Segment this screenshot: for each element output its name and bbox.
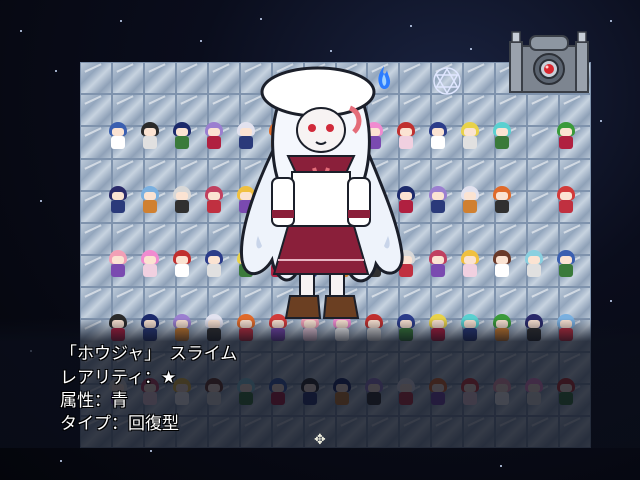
attribute-value: 青 bbox=[111, 391, 128, 411]
sprite-face bbox=[176, 256, 188, 264]
sprite-body bbox=[559, 264, 573, 277]
sprite-body bbox=[143, 200, 157, 213]
sprite-face bbox=[496, 256, 508, 264]
cross-cursor-icon[interactable]: ✥ bbox=[314, 432, 326, 448]
character-sprite[interactable] bbox=[107, 122, 129, 150]
sprite-body bbox=[463, 200, 477, 213]
type-label: タイプ： bbox=[60, 414, 128, 434]
sprite-face bbox=[560, 128, 572, 136]
character-sprite[interactable] bbox=[203, 186, 225, 214]
sprite-face bbox=[432, 128, 444, 136]
character-sprite[interactable] bbox=[171, 186, 193, 214]
character-sprite[interactable] bbox=[491, 122, 513, 150]
character-sprite[interactable] bbox=[459, 250, 481, 278]
sprite-body bbox=[175, 200, 189, 213]
character-sprite[interactable] bbox=[555, 122, 577, 150]
game-screen: 「ホウジャ」 スライム レアリティ：★ 属性：青 タイプ：回復型 ✥ bbox=[0, 0, 640, 480]
sprite-face bbox=[496, 192, 508, 200]
sprite-face bbox=[464, 128, 476, 136]
sprite-face bbox=[528, 256, 540, 264]
sprite-body bbox=[495, 200, 509, 213]
character-sprite[interactable] bbox=[427, 186, 449, 214]
sprite-body bbox=[463, 136, 477, 149]
hexagram-icon bbox=[433, 67, 461, 95]
sprite-face bbox=[144, 128, 156, 136]
sprite-face bbox=[560, 256, 572, 264]
sprite-body bbox=[463, 264, 477, 277]
character-sprite[interactable] bbox=[139, 186, 161, 214]
character-sprite[interactable] bbox=[491, 186, 513, 214]
character-sprite[interactable] bbox=[427, 250, 449, 278]
sprite-body bbox=[143, 136, 157, 149]
sprite-face bbox=[144, 192, 156, 200]
sprite-face bbox=[496, 128, 508, 136]
sprite-body bbox=[207, 136, 221, 149]
rarity-row: レアリティ：★ bbox=[60, 368, 176, 388]
character-sprite[interactable] bbox=[555, 186, 577, 214]
sprite-face bbox=[112, 128, 124, 136]
sprite-face bbox=[208, 128, 220, 136]
selected-character-portrait bbox=[239, 66, 404, 319]
sprite-face bbox=[208, 256, 220, 264]
sprite-body bbox=[207, 200, 221, 213]
sprite-face bbox=[176, 192, 188, 200]
attribute-row: 属性：青 bbox=[60, 391, 128, 411]
character-sprite[interactable] bbox=[203, 122, 225, 150]
sprite-body bbox=[175, 264, 189, 277]
character-sprite[interactable] bbox=[139, 122, 161, 150]
sprite-body bbox=[431, 264, 445, 277]
sprite-face bbox=[112, 256, 124, 264]
rarity-value: ★ bbox=[160, 368, 177, 388]
attribute-label: 属性： bbox=[60, 391, 111, 411]
character-sprite[interactable] bbox=[203, 250, 225, 278]
sprite-body bbox=[431, 200, 445, 213]
sprite-body bbox=[559, 136, 573, 149]
sprite-face bbox=[464, 256, 476, 264]
sprite-body bbox=[111, 200, 125, 213]
sprite-body bbox=[111, 264, 125, 277]
sprite-body bbox=[559, 200, 573, 213]
rarity-label: レアリティ： bbox=[60, 368, 161, 388]
character-sprite[interactable] bbox=[523, 250, 545, 278]
character-sprite[interactable] bbox=[427, 122, 449, 150]
sprite-face bbox=[208, 192, 220, 200]
character-sprite[interactable] bbox=[555, 250, 577, 278]
sprite-face bbox=[112, 192, 124, 200]
sprite-body bbox=[111, 136, 125, 149]
sprite-body bbox=[143, 264, 157, 277]
sprite-body bbox=[495, 136, 509, 149]
character-sprite[interactable] bbox=[139, 250, 161, 278]
sprite-body bbox=[495, 264, 509, 277]
character-sprite[interactable] bbox=[107, 250, 129, 278]
sprite-face bbox=[144, 256, 156, 264]
sprite-face bbox=[432, 256, 444, 264]
character-sprite[interactable] bbox=[171, 250, 193, 278]
sprite-body bbox=[175, 136, 189, 149]
stone-shrine-icon bbox=[509, 31, 589, 93]
character-name: 「ホウジャ」 スライム bbox=[60, 344, 238, 364]
sprite-body bbox=[527, 264, 541, 277]
character-sprite[interactable] bbox=[459, 186, 481, 214]
character-sprite[interactable] bbox=[171, 122, 193, 150]
type-value: 回復型 bbox=[128, 414, 179, 434]
sprite-face bbox=[560, 192, 572, 200]
character-sprite[interactable] bbox=[107, 186, 129, 214]
character-sprite[interactable] bbox=[491, 250, 513, 278]
sprite-face bbox=[176, 128, 188, 136]
character-info-panel: 「ホウジャ」 スライム レアリティ：★ 属性：青 タイプ：回復型 bbox=[0, 318, 640, 448]
character-sprite[interactable] bbox=[459, 122, 481, 150]
sprite-body bbox=[207, 264, 221, 277]
sprite-face bbox=[432, 192, 444, 200]
sprite-face bbox=[464, 192, 476, 200]
sprite-body bbox=[431, 136, 445, 149]
type-row: タイプ：回復型 bbox=[60, 414, 179, 434]
